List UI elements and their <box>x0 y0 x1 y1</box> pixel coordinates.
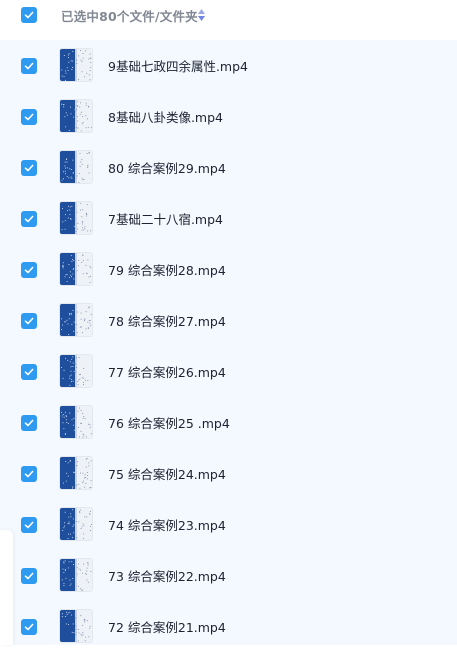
checkmark-icon <box>24 368 34 376</box>
checkmark-icon <box>24 164 34 172</box>
file-name[interactable]: 8基础八卦类像.mp4 <box>108 107 223 126</box>
file-row[interactable]: 76 综合案例25 .mp4 <box>0 397 457 448</box>
video-thumbnail-icon <box>60 100 92 132</box>
file-checkbox[interactable] <box>21 568 37 584</box>
file-name[interactable]: 79 综合案例28.mp4 <box>108 260 226 279</box>
file-name[interactable]: 78 综合案例27.mp4 <box>108 311 226 330</box>
sort-updown-icon[interactable] <box>197 8 206 22</box>
checkmark-icon <box>24 215 34 223</box>
video-thumbnail-icon <box>60 304 92 336</box>
file-row[interactable]: 75 综合案例24.mp4 <box>0 448 457 499</box>
file-checkbox[interactable] <box>21 313 37 329</box>
file-row[interactable]: 9基础七政四余属性.mp4 <box>0 40 457 91</box>
file-checkbox[interactable] <box>21 517 37 533</box>
file-row[interactable]: 8基础八卦类像.mp4 <box>0 91 457 142</box>
checkmark-icon <box>24 419 34 427</box>
checkmark-icon <box>24 113 34 121</box>
checkmark-icon <box>24 11 34 19</box>
checkmark-icon <box>24 572 34 580</box>
file-checkbox[interactable] <box>21 619 37 635</box>
file-name[interactable]: 7基础二十八宿.mp4 <box>108 209 223 228</box>
file-name[interactable]: 72 综合案例21.mp4 <box>108 617 226 636</box>
file-row[interactable]: 7基础二十八宿.mp4 <box>0 193 457 244</box>
checkmark-icon <box>24 521 34 529</box>
video-thumbnail-icon <box>60 457 92 489</box>
video-thumbnail-icon <box>60 151 92 183</box>
file-name[interactable]: 80 综合案例29.mp4 <box>108 158 226 177</box>
file-checkbox[interactable] <box>21 415 37 431</box>
side-panel-edge <box>0 530 13 645</box>
file-row[interactable]: 78 综合案例27.mp4 <box>0 295 457 346</box>
file-name[interactable]: 77 综合案例26.mp4 <box>108 362 226 381</box>
file-checkbox[interactable] <box>21 160 37 176</box>
file-checkbox[interactable] <box>21 364 37 380</box>
file-checkbox[interactable] <box>21 466 37 482</box>
file-row[interactable]: 79 综合案例28.mp4 <box>0 244 457 295</box>
video-thumbnail-icon <box>60 559 92 591</box>
video-thumbnail-icon <box>60 49 92 81</box>
file-name[interactable]: 75 综合案例24.mp4 <box>108 464 226 483</box>
file-name[interactable]: 76 综合案例25 .mp4 <box>108 413 230 432</box>
file-name[interactable]: 74 综合案例23.mp4 <box>108 515 226 534</box>
selection-count-label: 已选中80个文件/文件夹 <box>61 9 198 24</box>
file-name[interactable]: 9基础七政四余属性.mp4 <box>108 56 248 75</box>
video-thumbnail-icon <box>60 406 92 438</box>
video-thumbnail-icon <box>60 202 92 234</box>
select-all-checkbox[interactable] <box>21 7 37 23</box>
file-checkbox[interactable] <box>21 262 37 278</box>
file-row[interactable]: 77 综合案例26.mp4 <box>0 346 457 397</box>
file-row[interactable]: 73 综合案例22.mp4 <box>0 550 457 601</box>
video-thumbnail-icon <box>60 253 92 285</box>
video-thumbnail-icon <box>60 610 92 642</box>
checkmark-icon <box>24 317 34 325</box>
checkmark-icon <box>24 623 34 631</box>
video-thumbnail-icon <box>60 355 92 387</box>
file-list: 9基础七政四余属性.mp4 8基础八卦类像.mp4 80 综合案例29.mp4 7基础… <box>0 40 457 645</box>
checkmark-icon <box>24 62 34 70</box>
file-checkbox[interactable] <box>21 109 37 125</box>
file-checkbox[interactable] <box>21 58 37 74</box>
selection-header: 已选中80个文件/文件夹 <box>0 0 457 40</box>
checkmark-icon <box>24 470 34 478</box>
file-row[interactable]: 74 综合案例23.mp4 <box>0 499 457 550</box>
file-row[interactable]: 80 综合案例29.mp4 <box>0 142 457 193</box>
checkmark-icon <box>24 266 34 274</box>
file-checkbox[interactable] <box>21 211 37 227</box>
video-thumbnail-icon <box>60 508 92 540</box>
file-name[interactable]: 73 综合案例22.mp4 <box>108 566 226 585</box>
file-row[interactable]: 72 综合案例21.mp4 <box>0 601 457 652</box>
